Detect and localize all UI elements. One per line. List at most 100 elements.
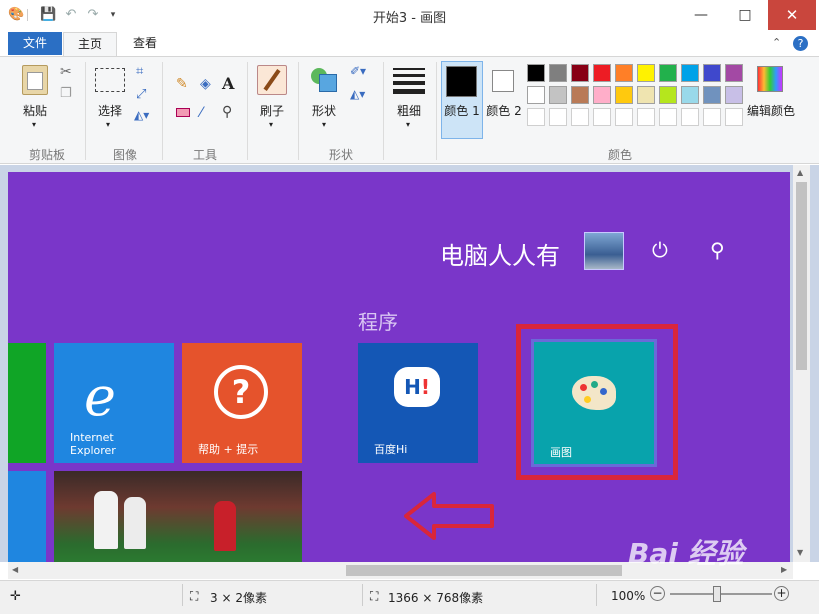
brushes-dropdown-icon[interactable]: ▾ [269,120,273,129]
size-dropdown-icon[interactable]: ▾ [406,120,410,129]
scroll-left-icon[interactable]: ◀ [12,565,18,574]
palette-swatch[interactable] [549,64,567,82]
paste-icon[interactable] [22,65,48,95]
paste-button[interactable]: 粘贴 [14,102,56,119]
tile-partial-green[interactable] [8,343,46,463]
maximize-button[interactable]: □ [722,0,768,30]
selection-size: 3 × 2像素 [210,591,267,605]
text-tool-icon[interactable]: A [222,74,234,93]
palette-swatch[interactable] [637,64,655,82]
zoom-in-button[interactable]: + [774,586,789,601]
shapes-button[interactable]: 形状 [304,102,344,119]
zoom-slider-thumb[interactable] [713,586,721,602]
color1-label: 颜色 1 [444,104,480,118]
tile-photo[interactable] [54,471,302,562]
palette-swatch[interactable] [681,86,699,104]
palette-swatch[interactable] [703,86,721,104]
select-dropdown-icon[interactable]: ▾ [106,120,110,129]
custom-color-slot[interactable] [527,108,545,126]
eraser-icon[interactable] [176,108,190,117]
select-icon[interactable] [95,68,125,92]
color2-label[interactable]: 颜色 2 [484,102,524,119]
cursor-position-icon: ✛ [10,589,21,604]
palette-swatch[interactable] [703,64,721,82]
start-screen-image[interactable]: 电脑人人有 ⏻ ⚲ 程序 e Internet Explorer ? 帮助 + … [8,172,790,562]
copy-icon[interactable]: ❐ [60,86,72,101]
brushes-button[interactable]: 刷子 [253,102,291,119]
palette-swatch[interactable] [593,64,611,82]
palette-swatch[interactable] [615,86,633,104]
custom-color-slot[interactable] [571,108,589,126]
palette-swatch[interactable] [725,64,743,82]
palette-swatch[interactable] [725,86,743,104]
scroll-up-icon[interactable]: ▲ [797,168,803,177]
paste-dropdown-icon[interactable]: ▾ [32,120,36,129]
palette-swatch[interactable] [571,64,589,82]
zoom-slider[interactable] [670,593,772,595]
size-button[interactable]: 粗细 [389,102,429,119]
cut-icon[interactable]: ✂ [60,64,72,80]
palette-swatch[interactable] [549,86,567,104]
player-figure [124,497,146,549]
custom-color-slot[interactable] [703,108,721,126]
custom-color-slot[interactable] [659,108,677,126]
crop-icon[interactable]: ⌗ [136,64,143,79]
tile-internet-explorer[interactable]: e Internet Explorer [54,343,174,463]
magnifier-icon[interactable]: ⚲ [222,104,232,120]
palette-swatch[interactable] [681,64,699,82]
color2-swatch[interactable] [492,70,514,92]
outline-icon[interactable]: ✐▾ [350,64,366,78]
palette-swatch[interactable] [571,86,589,104]
custom-color-slot[interactable] [637,108,655,126]
custom-color-slot[interactable] [593,108,611,126]
image-size-icon: ⛶ [370,589,379,603]
palette-swatch[interactable] [659,86,677,104]
avatar[interactable] [584,232,624,270]
tile-help-tips[interactable]: ? 帮助 + 提示 [182,343,302,463]
minimize-button[interactable]: — [678,0,724,30]
tab-file[interactable]: 文件 [8,32,62,55]
tile-baidu-hi[interactable]: H! 百度Hi [358,343,478,463]
shapes-icon[interactable] [311,66,339,92]
scroll-down-icon[interactable]: ▼ [797,548,803,557]
horizontal-scroll-thumb[interactable] [346,565,622,576]
color-picker-icon[interactable]: ⁄ [200,105,202,121]
palette-swatch[interactable] [659,64,677,82]
custom-color-slot[interactable] [549,108,567,126]
scroll-right-icon[interactable]: ▶ [781,565,787,574]
tile-paint[interactable]: 画图 [531,339,657,467]
power-icon[interactable]: ⏻ [652,238,668,262]
tab-home[interactable]: 主页 [63,32,117,57]
size-icon[interactable] [393,66,425,94]
palette-swatch[interactable] [615,64,633,82]
resize-icon[interactable]: ⤢ [136,87,146,102]
search-icon[interactable]: ⚲ [710,238,725,262]
palette-swatch[interactable] [637,86,655,104]
edit-colors-icon[interactable] [757,66,783,92]
custom-color-slot[interactable] [681,108,699,126]
collapse-ribbon-icon[interactable]: ⌃ [772,36,781,49]
pencil-icon[interactable]: ✎ [176,76,188,92]
palette-swatch[interactable] [527,64,545,82]
custom-color-slot[interactable] [615,108,633,126]
tile-partial-blue[interactable] [8,471,46,562]
zoom-out-button[interactable]: − [650,586,665,601]
ie-icon: e [84,365,116,428]
close-button[interactable]: ✕ [768,0,816,30]
fill-shape-icon[interactable]: ◭▾ [350,87,365,101]
palette-swatch[interactable] [593,86,611,104]
fill-icon[interactable]: ◈ [200,76,211,92]
edit-colors-button[interactable]: 编辑颜色 [745,102,797,119]
rotate-icon[interactable]: ◭▾ [134,108,149,122]
vertical-scroll-thumb[interactable] [796,182,807,370]
tile-label: Internet Explorer [70,431,116,457]
help-icon[interactable]: ? [793,36,808,51]
group-separator [85,62,86,160]
select-button[interactable]: 选择 [90,102,130,119]
shapes-dropdown-icon[interactable]: ▾ [322,120,326,129]
tab-view[interactable]: 查看 [118,32,172,55]
brush-icon[interactable] [257,65,287,95]
custom-color-slot[interactable] [725,108,743,126]
palette-swatch[interactable] [527,86,545,104]
tools-group-label: 工具 [192,148,217,162]
